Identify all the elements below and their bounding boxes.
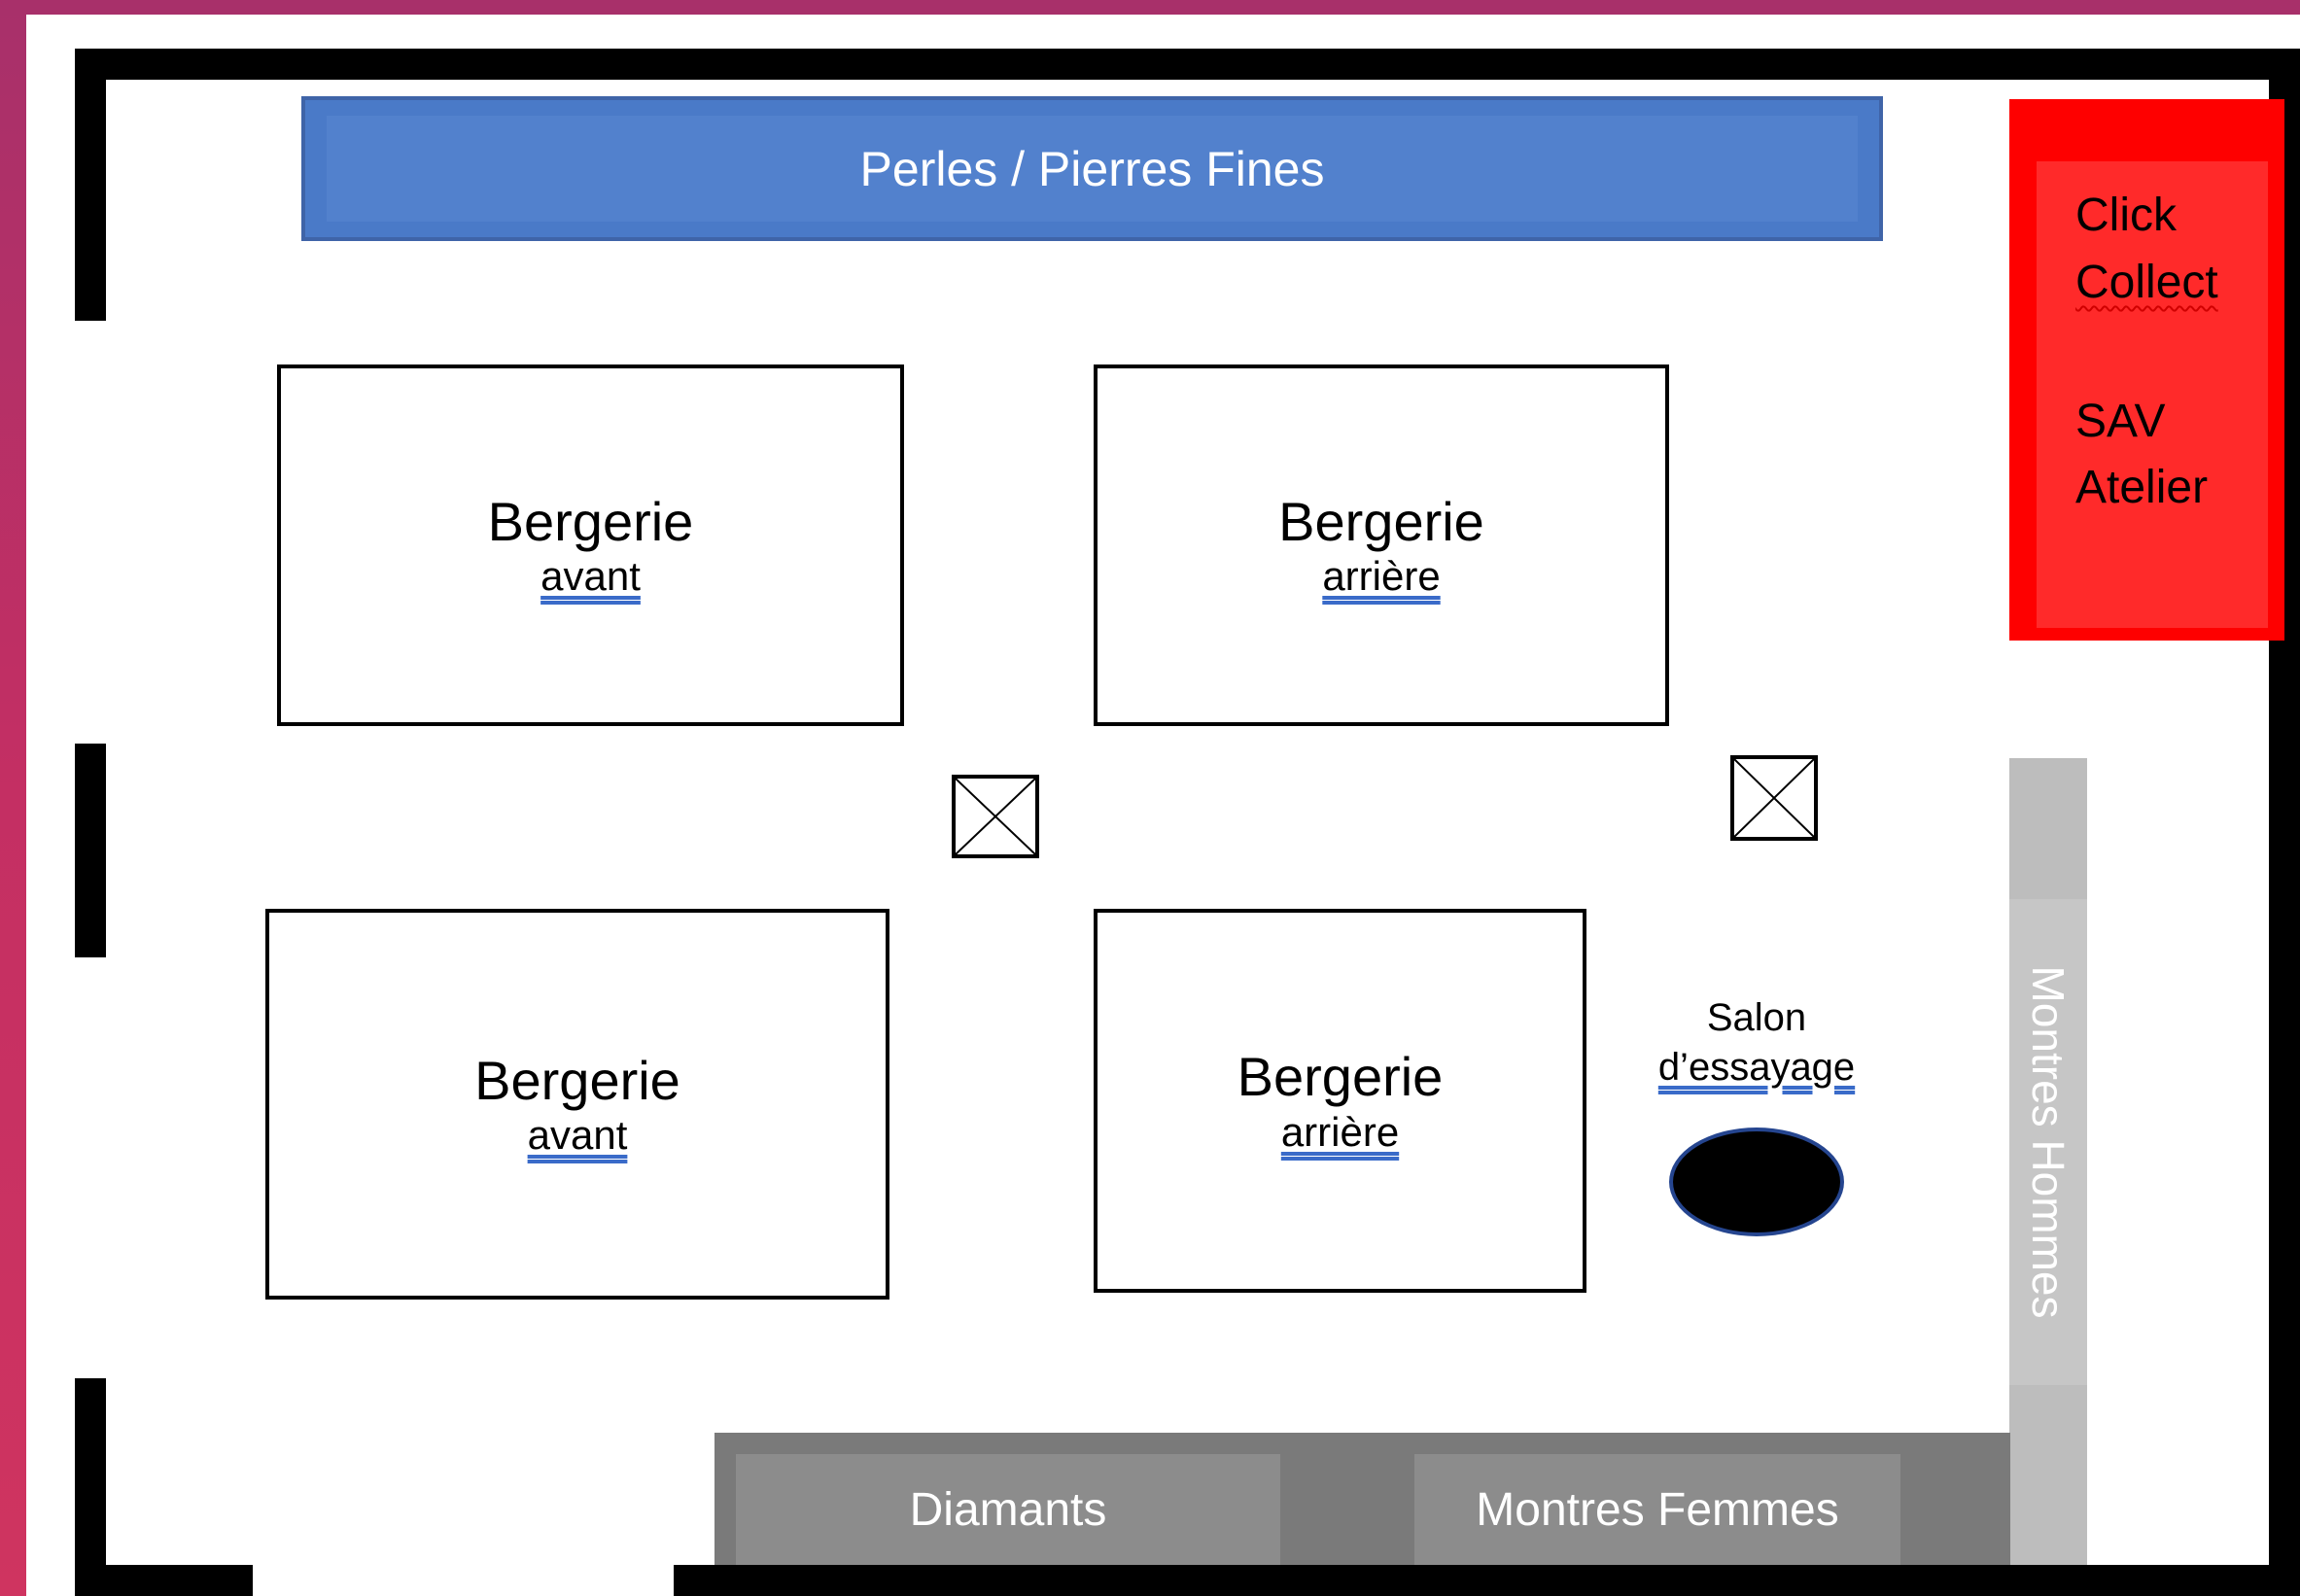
click-label: Click (2075, 190, 2177, 241)
pillar-cross-icon (956, 779, 1035, 854)
pillar-right (1730, 755, 1818, 841)
perles-pierres-fines-counter: Perles / Pierres Fines (301, 96, 1883, 241)
bottom-counter-band: Diamants Montres Femmes (714, 1433, 2010, 1565)
montres-hommes-counter: Montres Hommes (2009, 758, 2087, 1565)
table-title: Bergerie (487, 490, 694, 552)
table-subtitle: arrière (1280, 1108, 1400, 1155)
table-bergerie-arriere-bottom: Bergerie arrière (1094, 909, 1586, 1293)
perles-label: Perles / Pierres Fines (859, 141, 1325, 196)
wall-left-upper (75, 49, 106, 321)
table-subtitle: arrière (1322, 553, 1441, 600)
table-subtitle: avant (527, 1112, 628, 1159)
table-bergerie-avant-bottom: Bergerie avant (265, 909, 889, 1300)
pillar-cross-icon (1734, 759, 1814, 837)
essayage-label: d’essayage (1657, 1046, 1856, 1089)
wall-bottom-right (674, 1565, 2300, 1596)
table-bergerie-arriere-top: Bergerie arrière (1094, 364, 1669, 726)
diamants-section: Diamants (736, 1454, 1280, 1565)
pillar-left (952, 775, 1039, 858)
salon-oval-table (1669, 1128, 1844, 1236)
montres-hommes-label: Montres Hommes (2023, 965, 2073, 1319)
table-bergerie-avant-top: Bergerie avant (277, 364, 904, 726)
table-title: Bergerie (474, 1049, 680, 1111)
collect-label: Collect (2075, 257, 2218, 308)
floor-plan-canvas: Perles / Pierres Fines Click Collect SAV… (26, 15, 2300, 1596)
atelier-label: Atelier (2075, 462, 2209, 513)
wall-left-middle (75, 744, 106, 957)
montres-femmes-section: Montres Femmes (1414, 1454, 1900, 1565)
sav-label: SAV (2075, 396, 2166, 447)
wall-top (75, 49, 2300, 80)
wall-bottom-left (75, 1565, 253, 1596)
table-title: Bergerie (1237, 1046, 1444, 1108)
salon-essayage-label: Salon d’essayage (1630, 991, 1883, 1091)
salon-label: Salon (1706, 996, 1807, 1039)
diamants-label: Diamants (909, 1483, 1107, 1536)
table-title: Bergerie (1278, 490, 1484, 552)
montres-femmes-label: Montres Femmes (1476, 1483, 1839, 1536)
table-subtitle: avant (540, 553, 641, 600)
click-collect-area: Click Collect SAV Atelier (2009, 99, 2284, 641)
wall-left-lower (75, 1378, 106, 1596)
